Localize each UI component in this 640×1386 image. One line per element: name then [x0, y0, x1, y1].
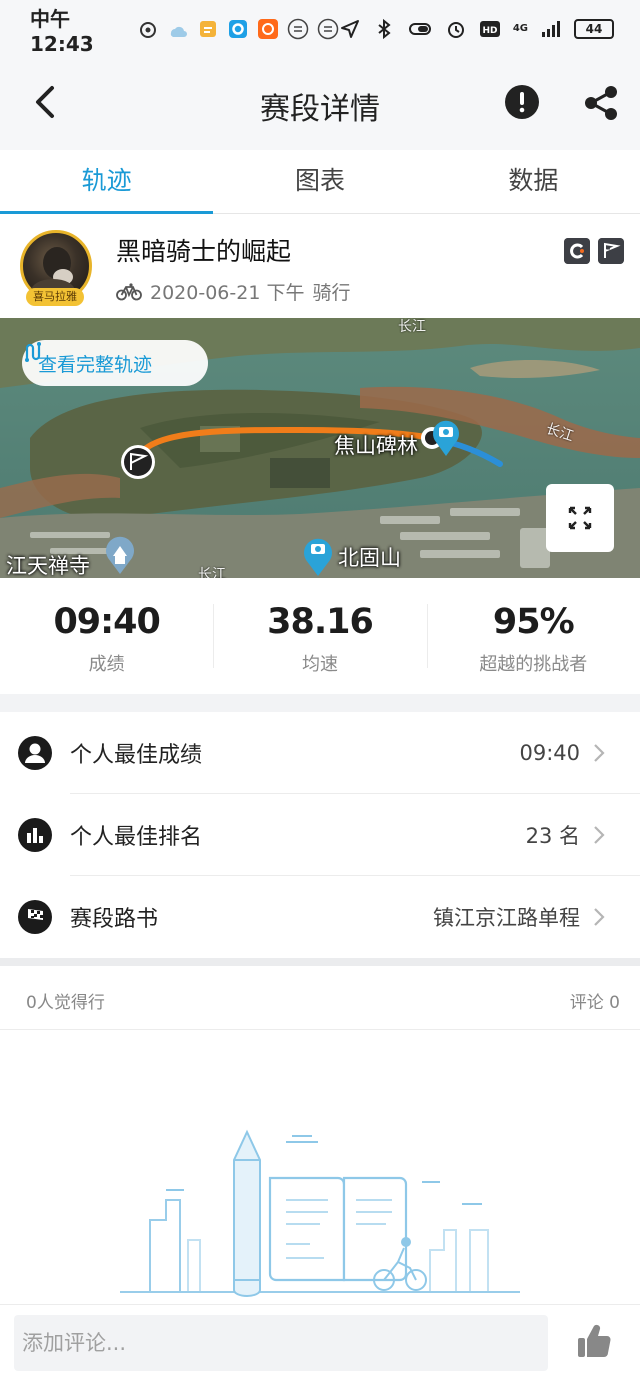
- list-item-label: 个人最佳排名: [70, 825, 203, 850]
- chevron-right-icon: [594, 826, 605, 844]
- list-item-best-result[interactable]: 个人最佳成绩 09:40: [0, 712, 640, 794]
- battery-indicator: 44: [574, 19, 614, 39]
- signal-icon: [542, 21, 560, 37]
- expand-icon: [568, 506, 592, 530]
- stat-result: 09:40 成绩: [0, 578, 213, 694]
- network-type: 4G: [512, 23, 528, 34]
- list-item-best-rank[interactable]: 个人最佳排名 23 名: [0, 794, 640, 876]
- list-item-value: 09:40: [519, 741, 580, 765]
- list-item-label: 个人最佳成绩: [70, 743, 203, 768]
- weather-icon: [170, 26, 187, 38]
- comment-input[interactable]: [14, 1315, 548, 1371]
- hd-icon: HD: [479, 21, 500, 37]
- stat-value: 09:40: [53, 602, 160, 642]
- segment-detail-list: 个人最佳成绩 09:40 个人最佳排名 23 名 赛段路书 镇江京江路单程: [0, 712, 640, 958]
- map-label-jiaoshan: 焦山碑林: [334, 434, 418, 458]
- tab-track[interactable]: 轨迹: [0, 150, 214, 214]
- map-label-jiangtian: 江天禅寺: [6, 554, 90, 578]
- list-item-value: 镇江京江路单程: [433, 906, 580, 930]
- section-divider: [0, 958, 640, 966]
- segment-info: 喜马拉雅 黑暗骑士的崛起 2020-06-21 下午 骑行: [0, 214, 640, 318]
- app-circle-icon: [228, 20, 247, 38]
- notes-icon: [199, 21, 216, 37]
- checkered-flag-icon: [18, 900, 52, 934]
- app-badge-icon: [317, 18, 339, 40]
- map-label-beigushan: 北固山: [338, 546, 401, 570]
- list-item-roadbook[interactable]: 赛段路书 镇江京江路单程: [0, 876, 640, 958]
- vibrate-icon: [408, 23, 431, 35]
- map-label-changjiang-bottom: 长江: [198, 567, 226, 578]
- route-icon: [25, 342, 41, 362]
- ranking-icon: [18, 818, 52, 852]
- segment-activity: 骑行: [312, 282, 351, 304]
- alert-circle-icon: [505, 85, 539, 119]
- tab-data[interactable]: 数据: [427, 150, 640, 213]
- taobao-icon: [257, 19, 278, 39]
- app-header: 赛段详情: [0, 58, 640, 150]
- view-full-track-label: 查看完整轨迹: [38, 353, 153, 376]
- comments-count[interactable]: 评论 0: [570, 988, 620, 1013]
- social-bar: 0人觉得行 评论 0: [0, 966, 640, 1030]
- thumbs-up-button[interactable]: [574, 1321, 614, 1361]
- bluetooth-icon: [378, 18, 391, 40]
- strava-badge-icon: [564, 238, 590, 264]
- app-badge-icon: [287, 18, 309, 40]
- page-title: 赛段详情: [260, 92, 380, 127]
- tab-chart[interactable]: 图表: [213, 150, 426, 213]
- avatar-badge: 喜马拉雅: [26, 288, 84, 306]
- map-label-changjiang-top: 长江: [398, 319, 426, 335]
- alarm-icon: [447, 22, 464, 38]
- empty-comments-illustration: [120, 1129, 520, 1297]
- stat-label: 超越的挑战者: [479, 654, 588, 675]
- stat-value: 95%: [492, 602, 575, 642]
- stat-percentile: 95% 超越的挑战者: [426, 578, 640, 694]
- stat-avg-speed: 38.16 均速: [213, 578, 426, 694]
- system-icons: HD 4G 44: [339, 18, 614, 40]
- status-time: 中午12:43: [30, 6, 94, 56]
- map-view[interactable]: 查看完整轨迹 焦山碑林 北固山 江天禅寺 长江 长江 长江: [0, 318, 640, 578]
- location-arrow-icon: [340, 20, 359, 38]
- stat-label: 均速: [301, 654, 338, 675]
- weibo-icon: [139, 22, 156, 38]
- share-icon: [585, 86, 617, 120]
- chevron-right-icon: [594, 744, 605, 762]
- likes-count[interactable]: 0人觉得行: [26, 988, 105, 1013]
- list-item-value: 23 名: [525, 824, 580, 848]
- fullscreen-button[interactable]: [546, 484, 614, 552]
- notification-icons: [137, 18, 339, 40]
- stats-panel: 09:40 成绩 38.16 均速 95% 超越的挑战者: [0, 578, 640, 694]
- status-bar: 中午12:43 HD 4G 44: [0, 0, 640, 58]
- section-divider: [0, 694, 640, 712]
- person-icon: [18, 736, 52, 770]
- comment-bar: [0, 1304, 640, 1386]
- chevron-right-icon: [594, 908, 605, 926]
- stat-value: 38.16: [267, 602, 374, 642]
- flag-badge-icon: [598, 238, 624, 264]
- bicycle-icon: [116, 282, 142, 300]
- start-flag-marker: [121, 445, 155, 479]
- segment-date: 2020-06-21 下午: [150, 282, 305, 304]
- segment-meta: 2020-06-21 下午 骑行: [116, 278, 350, 305]
- view-full-track-button[interactable]: 查看完整轨迹: [22, 340, 208, 386]
- tab-bar: 轨迹 图表 数据: [0, 150, 640, 214]
- thumbs-up-icon: [578, 1324, 611, 1357]
- stat-label: 成绩: [88, 654, 125, 675]
- list-item-label: 赛段路书: [70, 907, 159, 932]
- report-button[interactable]: [504, 84, 540, 120]
- segment-title: 黑暗骑士的崛起: [116, 237, 292, 266]
- share-button[interactable]: [582, 84, 620, 122]
- svg-text:HD: HD: [482, 26, 497, 36]
